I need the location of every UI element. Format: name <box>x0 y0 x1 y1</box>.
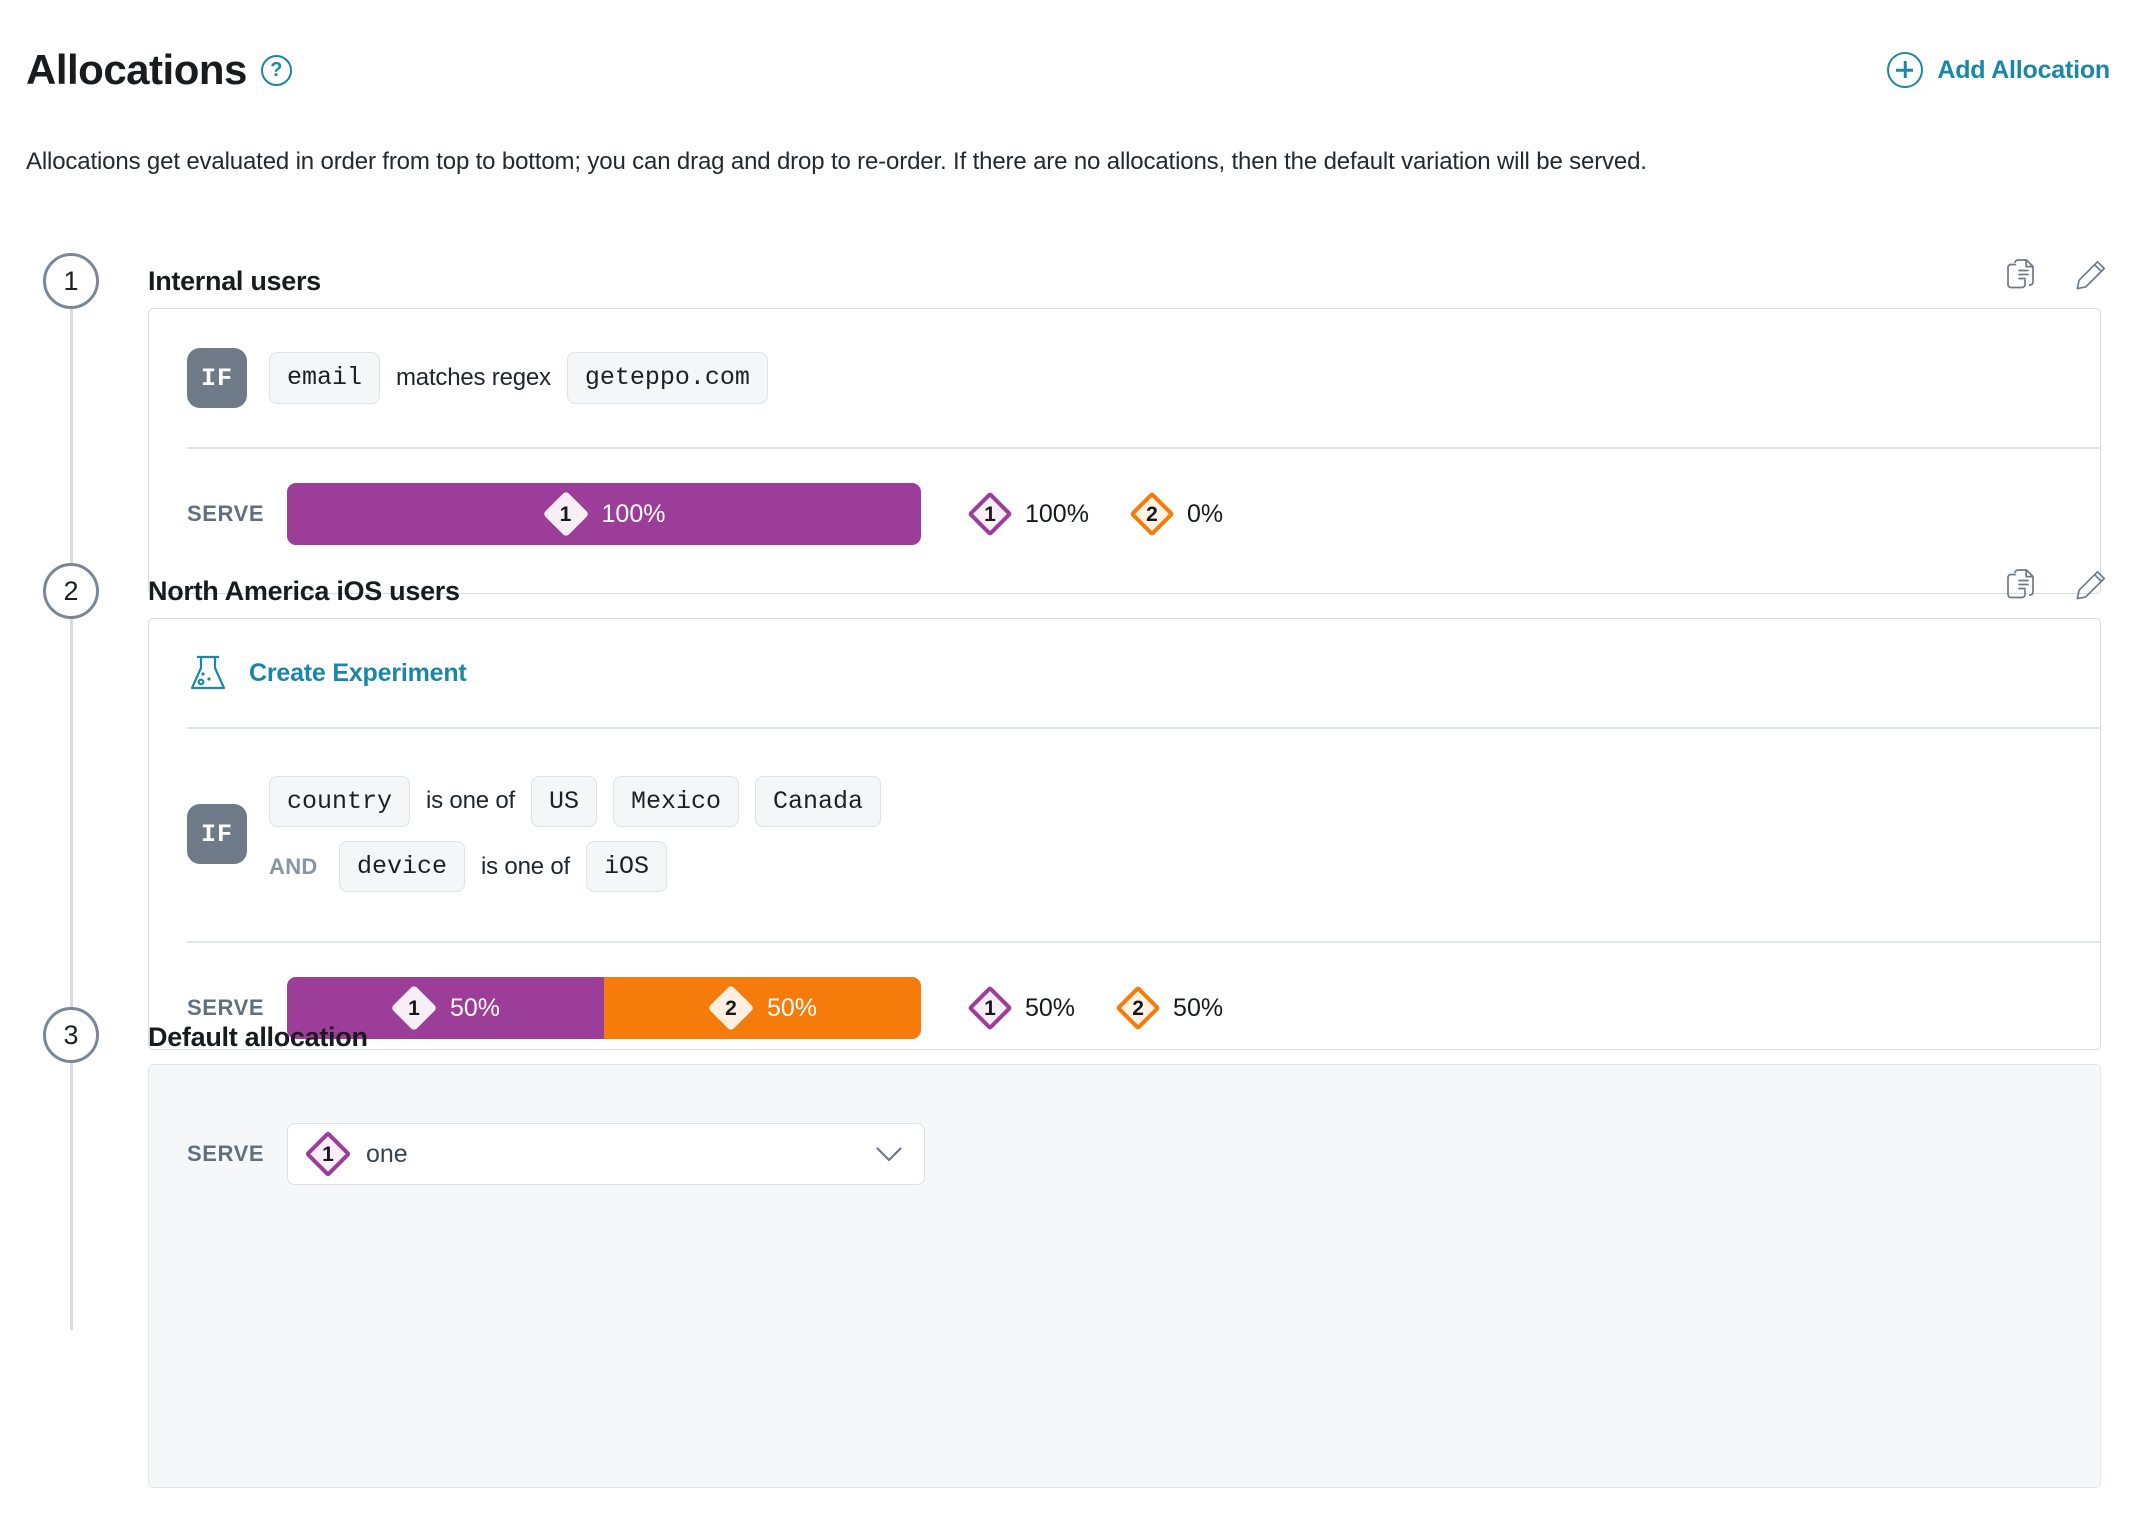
serve-label: SERVE <box>187 995 263 1021</box>
default-allocation-title: Default allocation <box>148 1022 368 1053</box>
condition-operator: is one of <box>481 853 570 881</box>
condition-value[interactable]: iOS <box>586 841 667 892</box>
allocations-page: Allocations ? Add Allocation Allocations… <box>0 0 2136 1530</box>
condition-operator: is one of <box>426 787 515 815</box>
allocation-bar-2: 1 50% 2 50% <box>287 977 921 1039</box>
bar-segment-percent: 50% <box>450 994 500 1023</box>
condition-value[interactable]: Mexico <box>613 776 739 827</box>
condition-value[interactable]: Canada <box>755 776 881 827</box>
variation-diamond-icon: 1 <box>391 985 437 1031</box>
page-description: Allocations get evaluated in order from … <box>26 148 1647 176</box>
variation-diamond-icon: 2 <box>708 985 754 1031</box>
add-allocation-button[interactable]: Add Allocation <box>1887 52 2110 88</box>
default-allocation-card: SERVE 1 one <box>148 1064 2101 1488</box>
pencil-icon[interactable] <box>2074 568 2108 602</box>
bar-segment-percent: 100% <box>602 500 666 529</box>
condition-value[interactable]: US <box>531 776 597 827</box>
condition-row: email matches regex geteppo.com <box>269 352 768 403</box>
add-allocation-label: Add Allocation <box>1937 56 2110 85</box>
plus-circle-icon <box>1887 52 1923 88</box>
condition-group-1: IF email matches regex geteppo.com <box>149 309 2100 447</box>
create-experiment-label: Create Experiment <box>249 659 467 688</box>
card-divider <box>187 727 2100 729</box>
condition-operator: matches regex <box>396 364 551 392</box>
variation-diamond-icon: 1 <box>967 491 1013 537</box>
variation-diamond-icon: 1 <box>967 985 1013 1031</box>
serve-label: SERVE <box>187 1141 263 1167</box>
allocation-legend-1: 1 100% 2 0% <box>967 491 1223 537</box>
card-divider <box>187 941 2100 943</box>
page-header: Allocations ? Add Allocation <box>0 40 2136 100</box>
condition-lines: country is one of US Mexico Canada AND d… <box>269 776 881 893</box>
variation-diamond-icon: 1 <box>304 1130 352 1178</box>
if-badge: IF <box>187 804 247 864</box>
legend-item: 2 50% <box>1115 985 1223 1031</box>
duplicate-icon[interactable] <box>2004 258 2038 292</box>
step-marker-2: 2 <box>43 563 99 619</box>
legend-item: 2 0% <box>1129 491 1223 537</box>
pencil-icon[interactable] <box>2074 258 2108 292</box>
allocation-title-2: North America iOS users <box>148 576 460 607</box>
default-serve-row: SERVE 1 one <box>149 1065 2100 1237</box>
allocation-card-2: Create Experiment IF country is one of U… <box>148 618 2101 1050</box>
default-variation-value: one <box>366 1140 408 1169</box>
step-marker-3: 3 <box>43 1007 99 1063</box>
serve-row-2: SERVE 1 50% 2 50% <box>149 941 2100 1075</box>
duplicate-icon[interactable] <box>2004 568 2038 602</box>
flask-icon <box>187 652 229 694</box>
if-badge: IF <box>187 348 247 408</box>
card-divider <box>187 447 2100 449</box>
condition-row: country is one of US Mexico Canada <box>269 776 881 827</box>
variation-diamond-icon: 2 <box>1129 491 1175 537</box>
legend-item: 1 50% <box>967 985 1075 1031</box>
allocation-title-1: Internal users <box>148 266 321 297</box>
allocation-legend-2: 1 50% 2 50% <box>967 985 1223 1031</box>
question-circle-icon[interactable]: ? <box>261 55 292 86</box>
variation-diamond-icon: 1 <box>543 491 589 537</box>
legend-percent: 50% <box>1173 994 1223 1023</box>
default-variation-select[interactable]: 1 one <box>287 1123 925 1185</box>
step-marker-1: 1 <box>43 253 99 309</box>
chevron-down-icon <box>876 1147 902 1162</box>
serve-label: SERVE <box>187 501 263 527</box>
bar-segment-variation-2[interactable]: 2 50% <box>604 977 921 1039</box>
allocation-card-1: IF email matches regex geteppo.com SERVE… <box>148 308 2101 594</box>
condition-attribute[interactable]: device <box>339 841 465 892</box>
allocation-bar-1: 1 100% <box>287 483 921 545</box>
timeline-connector <box>70 300 73 1330</box>
condition-attribute[interactable]: country <box>269 776 410 827</box>
allocation-actions-2 <box>2004 568 2108 602</box>
condition-conjunction: AND <box>269 854 323 880</box>
legend-percent: 100% <box>1025 500 1089 529</box>
serve-row-1: SERVE 1 100% 1 100% <box>149 447 2100 581</box>
legend-item: 1 100% <box>967 491 1089 537</box>
condition-lines: email matches regex geteppo.com <box>269 352 768 403</box>
legend-percent: 50% <box>1025 994 1075 1023</box>
bar-segment-percent: 50% <box>767 994 817 1023</box>
legend-percent: 0% <box>1187 500 1223 529</box>
variation-diamond-icon: 2 <box>1115 985 1161 1031</box>
condition-value[interactable]: geteppo.com <box>567 352 768 403</box>
bar-segment-variation-1[interactable]: 1 100% <box>287 483 921 545</box>
condition-group-2: IF country is one of US Mexico Canada AN… <box>149 727 2100 941</box>
condition-row: AND device is one of iOS <box>269 841 881 892</box>
create-experiment-button[interactable]: Create Experiment <box>149 619 2100 727</box>
page-title: Allocations <box>26 49 247 91</box>
condition-attribute[interactable]: email <box>269 352 380 403</box>
allocation-actions-1 <box>2004 258 2108 292</box>
